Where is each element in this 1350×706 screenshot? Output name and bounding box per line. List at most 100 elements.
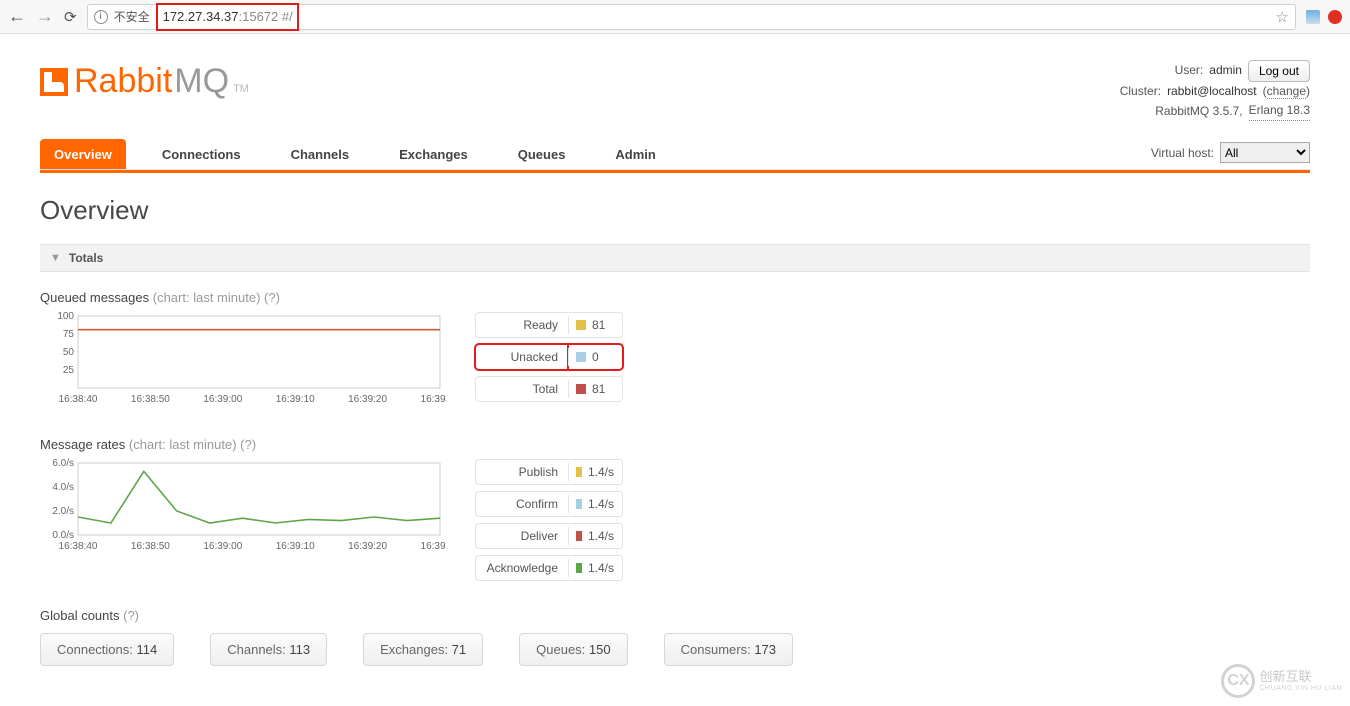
url-text: 172.27.34.37:15672 #/ [163, 9, 293, 24]
chevron-down-icon: ▼ [50, 252, 61, 264]
watermark: CX 创新互联 CHUANG XIN HU LIAN [1221, 664, 1342, 698]
legend-label: Publish [475, 459, 568, 485]
tab-bar: Overview Connections Channels Exchanges Queu… [40, 139, 1310, 170]
color-swatch-icon [576, 352, 586, 362]
cluster-label: Cluster: [1120, 82, 1161, 101]
section-title: Totals [69, 251, 103, 265]
color-swatch-icon [576, 531, 582, 541]
color-swatch-icon [576, 320, 586, 330]
legend-value: 0 [568, 344, 623, 370]
legend-value: 81 [568, 312, 623, 338]
rates-legend: Publish1.4/sConfirm1.4/sDeliver1.4/sAckn… [475, 458, 623, 582]
page-title: Overview [40, 195, 1310, 226]
svg-text:16:38:50: 16:38:50 [131, 394, 170, 405]
svg-text:16:38:50: 16:38:50 [131, 541, 170, 552]
rabbitmq-logo-icon [40, 68, 68, 96]
svg-text:16:39:20: 16:39:20 [348, 541, 387, 552]
reload-icon[interactable]: ⟳ [64, 8, 77, 26]
cluster-change[interactable]: (change) [1263, 82, 1310, 101]
erlang-version[interactable]: Erlang 18.3 [1249, 101, 1310, 121]
back-icon[interactable]: ← [8, 6, 26, 27]
legend-row[interactable]: Acknowledge1.4/s [475, 554, 623, 582]
tab-admin[interactable]: Admin [601, 139, 669, 169]
svg-text:16:38:40: 16:38:40 [59, 394, 98, 405]
legend-label: Ready [475, 312, 568, 338]
svg-text:16:39:10: 16:39:10 [276, 394, 315, 405]
global-count-exchanges[interactable]: Exchanges: 71 [363, 633, 483, 666]
global-count-consumers[interactable]: Consumers: 173 [664, 633, 793, 666]
queued-chart-row: 25507510016:38:4016:38:5016:39:0016:39:1… [40, 311, 1310, 409]
tab-overview[interactable]: Overview [40, 139, 126, 169]
version-label: RabbitMQ 3.5.7, [1155, 102, 1242, 121]
legend-label: Confirm [475, 491, 568, 517]
section-totals-header[interactable]: ▼ Totals [40, 244, 1310, 272]
logo-tm: TM [231, 83, 249, 95]
legend-value: 81 [568, 376, 623, 402]
divider [156, 9, 157, 25]
svg-text:4.0/s: 4.0/s [52, 482, 74, 493]
svg-text:16:39:20: 16:39:20 [348, 394, 387, 405]
logo-text: MQ [174, 62, 229, 101]
cluster-name: rabbit@localhost [1167, 82, 1257, 101]
logo-text: Rabbit [74, 62, 172, 101]
vhost-select[interactable]: All [1220, 142, 1310, 163]
svg-text:16:39:00: 16:39:00 [203, 541, 242, 552]
watermark-py: CHUANG XIN HU LIAN [1259, 685, 1342, 693]
color-swatch-icon [576, 384, 586, 394]
global-count-queues[interactable]: Queues: 150 [519, 633, 627, 666]
svg-text:50: 50 [63, 347, 75, 358]
legend-label: Unacked [475, 344, 568, 370]
extension-icon[interactable] [1328, 10, 1342, 24]
tab-channels[interactable]: Channels [277, 139, 364, 169]
browser-toolbar: ← → ⟳ i 不安全 172.27.34.37:15672 #/ ☆ [0, 0, 1350, 34]
svg-text:0.0/s: 0.0/s [52, 530, 74, 541]
help-icon[interactable]: (?) [240, 437, 256, 452]
global-count-connections[interactable]: Connections: 114 [40, 633, 174, 666]
bookmark-star-icon[interactable]: ☆ [1276, 8, 1289, 26]
tab-underline [40, 170, 1310, 173]
info-icon[interactable]: i [94, 10, 108, 24]
legend-value: 1.4/s [568, 459, 623, 485]
svg-text:2.0/s: 2.0/s [52, 506, 74, 517]
legend-row[interactable]: Deliver1.4/s [475, 522, 623, 550]
legend-row[interactable]: Total81 [475, 375, 623, 403]
header-right: User: admin Log out Cluster: rabbit@loca… [1120, 54, 1310, 121]
legend-label: Total [475, 376, 568, 402]
queued-chart: 25507510016:38:4016:38:5016:39:0016:39:1… [40, 311, 445, 409]
rates-chart-svg: 0.0/s2.0/s4.0/s6.0/s16:38:4016:38:5016:3… [40, 458, 445, 553]
logout-button[interactable]: Log out [1248, 60, 1310, 82]
address-bar[interactable]: i 不安全 172.27.34.37:15672 #/ ☆ [87, 4, 1296, 30]
queued-legend: Ready81Unacked0Total81 [475, 311, 623, 403]
global-count-channels[interactable]: Channels: 113 [210, 633, 327, 666]
help-icon[interactable]: (?) [264, 290, 280, 305]
legend-row[interactable]: Unacked0 [475, 343, 623, 371]
queued-chart-svg: 25507510016:38:4016:38:5016:39:0016:39:1… [40, 311, 445, 406]
rates-chart: 0.0/s2.0/s4.0/s6.0/s16:38:4016:38:5016:3… [40, 458, 445, 556]
help-icon[interactable]: (?) [123, 608, 139, 623]
forward-icon: → [36, 6, 54, 27]
legend-value: 1.4/s [568, 491, 623, 517]
legend-label: Deliver [475, 523, 568, 549]
tab-queues[interactable]: Queues [504, 139, 580, 169]
tab-connections[interactable]: Connections [148, 139, 255, 169]
globals-caption: Global counts (?) [40, 608, 1310, 623]
vhost-label: Virtual host: [1151, 146, 1214, 160]
logo[interactable]: RabbitMQ TM [40, 54, 249, 101]
color-swatch-icon [576, 467, 582, 477]
user-label: User: [1175, 61, 1204, 80]
legend-label: Acknowledge [475, 555, 568, 581]
legend-row[interactable]: Ready81 [475, 311, 623, 339]
color-swatch-icon [576, 563, 582, 573]
svg-text:6.0/s: 6.0/s [52, 458, 74, 469]
svg-text:25: 25 [63, 365, 75, 376]
tab-exchanges[interactable]: Exchanges [385, 139, 482, 169]
queued-caption: Queued messages (chart: last minute) (?) [40, 290, 1310, 305]
extension-icons [1306, 10, 1342, 24]
color-swatch-icon [576, 499, 582, 509]
legend-row[interactable]: Publish1.4/s [475, 458, 623, 486]
watermark-logo-icon: CX [1221, 664, 1255, 698]
extension-icon[interactable] [1306, 10, 1320, 24]
svg-text:75: 75 [63, 329, 75, 340]
legend-row[interactable]: Confirm1.4/s [475, 490, 623, 518]
svg-text:16:39:30: 16:39:30 [421, 394, 445, 405]
